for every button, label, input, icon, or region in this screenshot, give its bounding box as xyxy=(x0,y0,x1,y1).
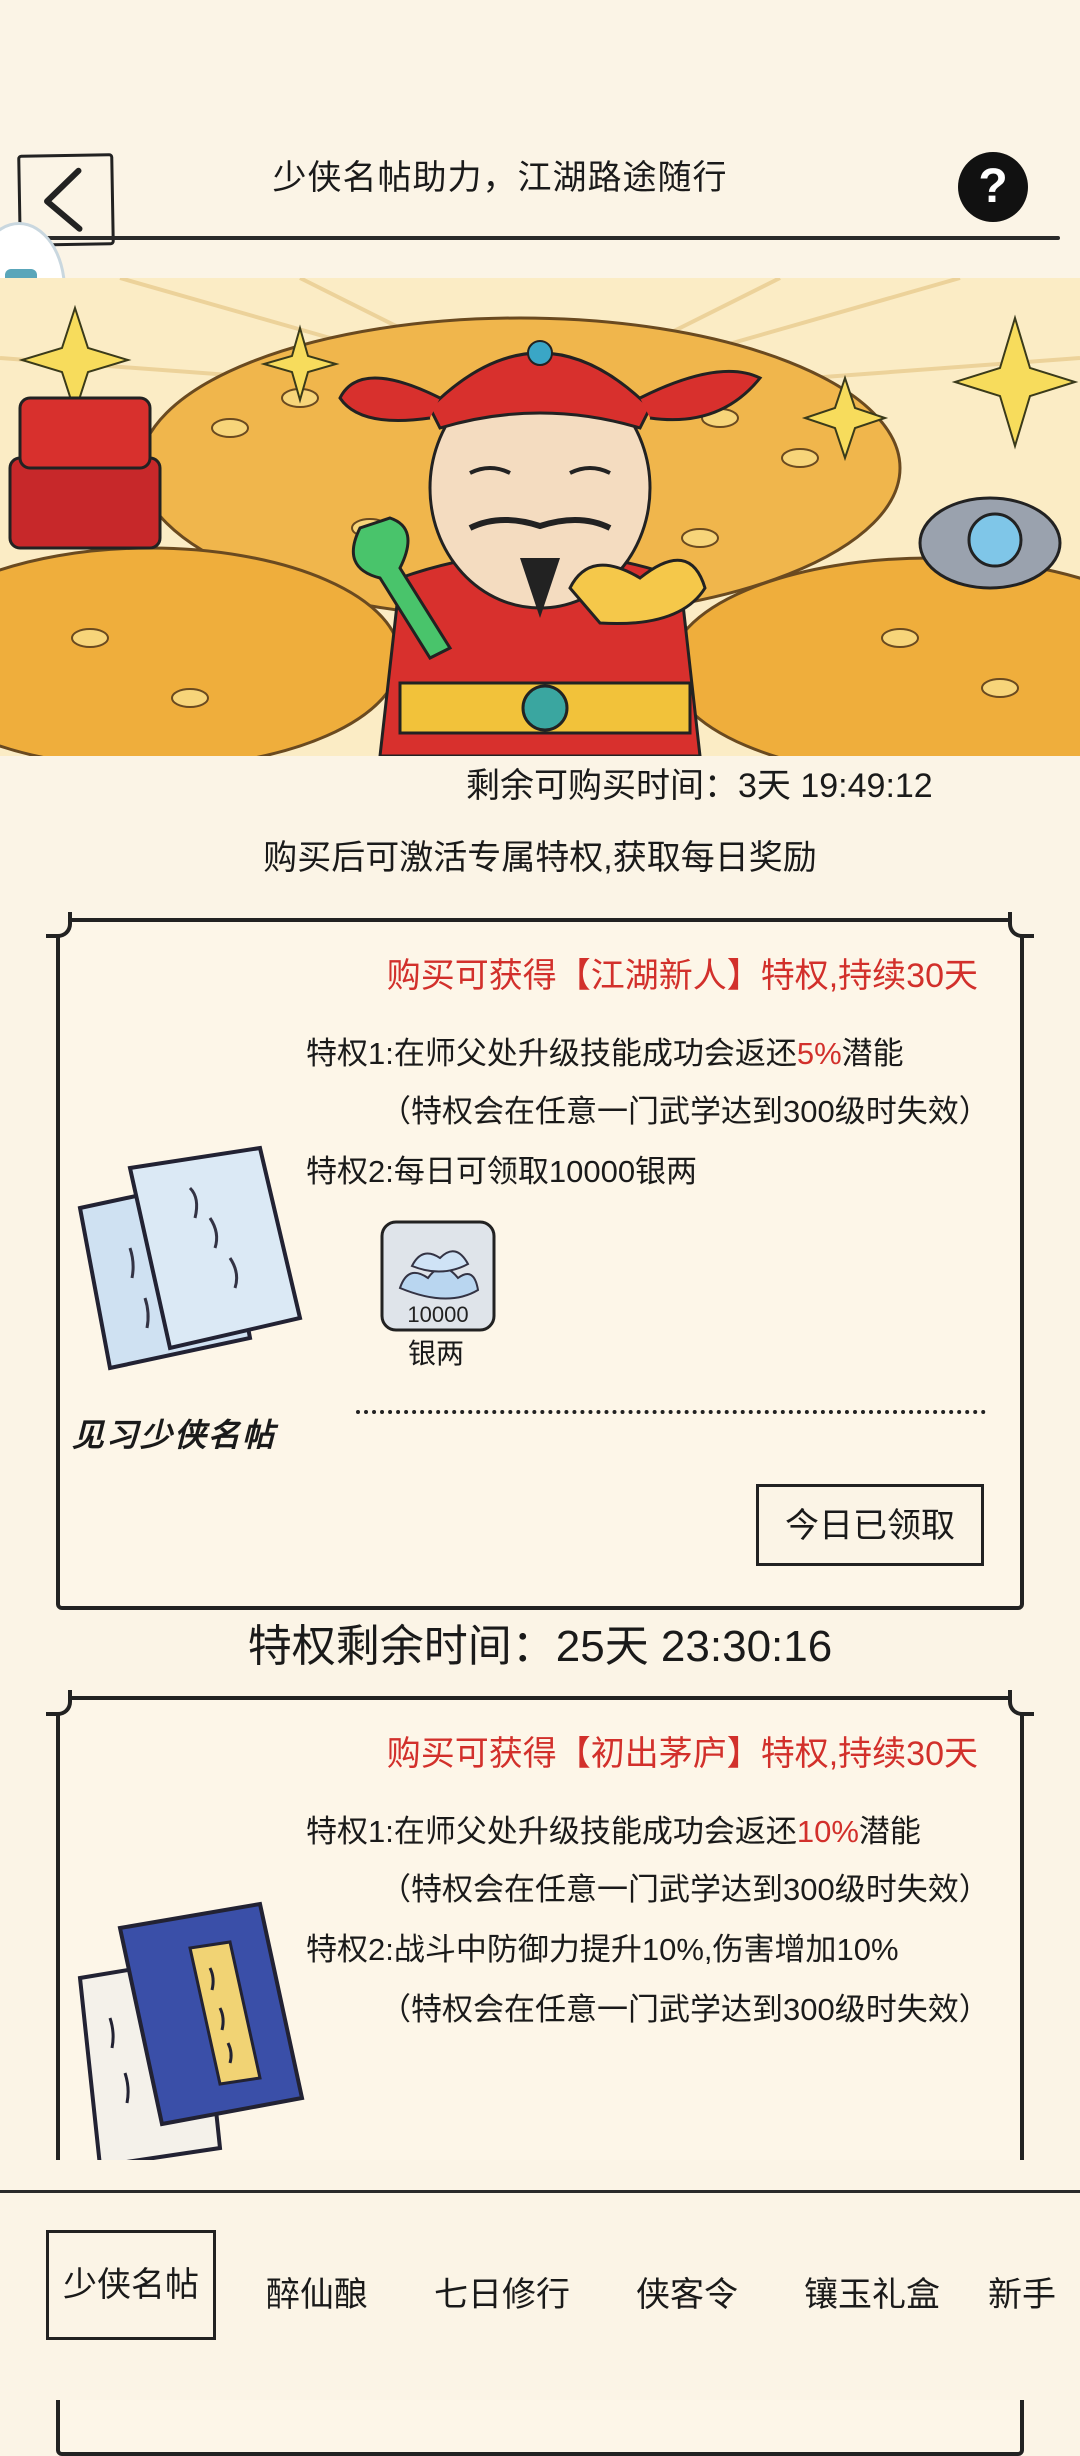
reward-name: 银两 xyxy=(408,1338,465,1369)
card-heading: 购买可获得【江湖新人】特权,持续30天 xyxy=(386,957,978,995)
tab-hero-card[interactable]: 少侠名帖 xyxy=(46,2230,216,2340)
bottom-tab-bar: 少侠名帖 醉仙酿 七日修行 侠客令 镶玉礼盒 新手 xyxy=(0,2160,1080,2400)
tab-newbie[interactable]: 新手 xyxy=(988,2260,1056,2330)
purchase-remaining-time: 剩余可购买时间：3天 19:49:12 xyxy=(466,758,933,807)
remaining-value: 3天 19:49:12 xyxy=(738,767,933,805)
header-bar: 少侠名帖助力，江湖路途随行 ? xyxy=(0,124,1080,247)
privilege-2-note: （特权会在任意一门武学达到300级时失效） xyxy=(380,1992,990,2027)
privilege-subtitle: 购买后可激活专属特权,获取每日奖励 xyxy=(263,839,817,877)
privilege-percent: 5% xyxy=(796,1036,842,1071)
privilege-2-text: 特权2:每日可领取10000银两 xyxy=(306,1154,698,1189)
tab-seven-day-training[interactable]: 七日修行 xyxy=(434,2260,570,2330)
privilege-remaining-time: 特权剩余时间：25天 23:30:16 xyxy=(247,1622,833,1671)
privilege-percent: 10% xyxy=(796,1814,859,1849)
remaining-label: 剩余可购买时间： xyxy=(466,767,738,805)
item-name-label: 见习少侠名帖 xyxy=(72,1416,277,1454)
dotted-divider xyxy=(356,1410,986,1414)
beginner-card-scroll-icon xyxy=(77,1901,305,2168)
tab-drunken-wine[interactable]: 醉仙酿 xyxy=(266,2260,368,2330)
privilege-card-newcomer: 购买可获得【江湖新人】特权,持续30天 特权1:在师父处升级技能成功会返还5%潜… xyxy=(46,912,1034,1610)
silver-reward-icon[interactable]: 10000 xyxy=(378,1218,498,1334)
privilege-1-text: 特权1:在师父处升级技能成功会返还5%潜能 xyxy=(306,1036,904,1071)
help-button[interactable]: ? xyxy=(958,152,1028,222)
privilege-1-text: 特权1:在师父处升级技能成功会返还10%潜能 xyxy=(306,1814,921,1849)
privilege-1-note: （特权会在任意一门武学达到300级时失效） xyxy=(380,1094,990,1129)
reward-amount: 10000 xyxy=(407,1302,468,1327)
page-title: 少侠名帖助力，江湖路途随行 xyxy=(272,159,728,197)
silver-ingot-icon: 10000 xyxy=(380,1220,496,1332)
privilege-2-text: 特权2:战斗中防御力提升10%,伤害增加10% xyxy=(306,1932,899,1967)
treasure-illustration xyxy=(0,278,1080,756)
tab-jade-gift-box[interactable]: 镶玉礼盒 xyxy=(804,2260,940,2330)
card-heading: 购买可获得【初出茅庐】特权,持续30天 xyxy=(386,1735,978,1773)
apprentice-card-scroll-icon xyxy=(77,1145,303,1371)
header-divider xyxy=(20,236,1060,240)
tab-knight-token[interactable]: 侠客令 xyxy=(636,2260,738,2330)
tab-bar-divider xyxy=(0,2190,1080,2193)
privilege-1-note: （特权会在任意一门武学达到300级时失效） xyxy=(380,1872,990,1907)
claimed-today-button[interactable]: 今日已领取 xyxy=(756,1484,984,1566)
god-of-wealth-banner xyxy=(0,278,1080,756)
